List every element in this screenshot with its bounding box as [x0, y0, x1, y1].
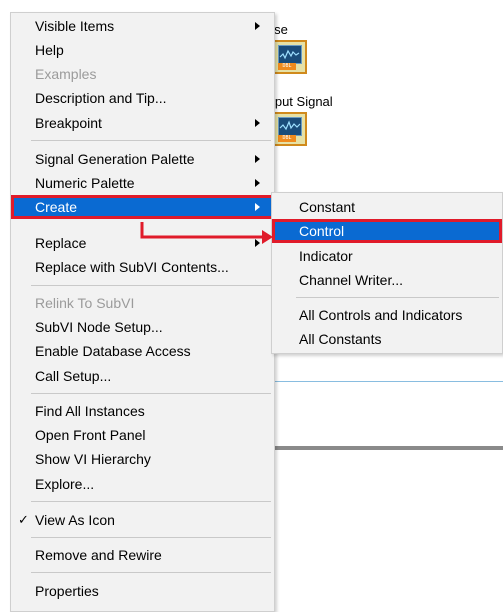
menu-item-show-vi-hierarchy[interactable]: Show VI Hierarchy — [11, 447, 274, 471]
submenu-item-all-constants[interactable]: All Constants — [272, 327, 502, 351]
submenu-arrow-icon — [255, 179, 260, 187]
menu-item-relink-to-subvi: Relink To SubVI — [35, 295, 135, 311]
menu-item-replace-with-subvi-contents[interactable]: Replace with SubVI Contents... — [11, 255, 274, 279]
submenu-arrow-icon — [255, 155, 260, 163]
menu-item-replace[interactable]: Replace — [11, 231, 274, 255]
submenu-arrow-icon — [255, 203, 260, 211]
menu-separator — [31, 572, 271, 573]
menu-item-create[interactable]: Create — [11, 195, 274, 219]
menu-item-signal-generation-palette[interactable]: Signal Generation Palette — [11, 147, 274, 171]
context-menu: Visible Items Help Examples Description … — [10, 12, 275, 612]
menu-item-enable-database-access[interactable]: Enable Database Access — [11, 339, 274, 363]
menu-item-properties[interactable]: Properties — [11, 579, 274, 603]
dbl-tag: DBL — [278, 135, 296, 142]
wire-line — [272, 381, 503, 382]
menu-separator — [31, 285, 271, 286]
menu-item-subvi-node-setup[interactable]: SubVI Node Setup... — [11, 315, 274, 339]
submenu-item-channel-writer[interactable]: Channel Writer... — [272, 268, 502, 292]
menu-separator — [31, 501, 271, 502]
menu-item-find-all-instances[interactable]: Find All Instances — [11, 399, 274, 423]
menu-separator — [31, 393, 271, 394]
wire-line — [272, 446, 503, 450]
menu-item-visible-items[interactable]: Visible Items — [11, 14, 274, 38]
menu-item-breakpoint[interactable]: Breakpoint — [11, 111, 274, 135]
menu-item-numeric-palette[interactable]: Numeric Palette — [11, 171, 274, 195]
waveform-icon — [278, 45, 302, 64]
submenu-item-all-controls-and-indicators[interactable]: All Controls and Indicators — [272, 303, 502, 327]
checkmark-icon: ✓ — [18, 512, 29, 527]
create-submenu: Constant Control Indicator Channel Write… — [271, 192, 503, 354]
dbl-tag: DBL — [278, 63, 296, 70]
menu-item-description-and-tip[interactable]: Description and Tip... — [11, 86, 274, 110]
menu-item-remove-and-rewire[interactable]: Remove and Rewire — [11, 543, 274, 567]
menu-item-explore[interactable]: Explore... — [11, 472, 274, 496]
submenu-item-control[interactable]: Control — [272, 219, 502, 243]
submenu-arrow-icon — [255, 239, 260, 247]
submenu-item-constant[interactable]: Constant — [272, 195, 502, 219]
menu-separator — [31, 140, 271, 141]
submenu-item-indicator[interactable]: Indicator — [272, 244, 502, 268]
menu-item-call-setup[interactable]: Call Setup... — [11, 364, 274, 388]
menu-item-help[interactable]: Help — [11, 38, 274, 62]
menu-item-examples: Examples — [35, 66, 97, 82]
noise-vi-icon[interactable]: DBL — [273, 40, 307, 74]
menu-item-view-as-icon[interactable]: ✓ View As Icon — [11, 508, 274, 532]
menu-separator — [31, 537, 271, 538]
submenu-arrow-icon — [255, 119, 260, 127]
menu-separator — [296, 297, 499, 298]
menu-item-open-front-panel[interactable]: Open Front Panel — [11, 423, 274, 447]
output-signal-vi-icon[interactable]: DBL — [273, 112, 307, 146]
submenu-arrow-icon — [255, 22, 260, 30]
waveform-icon — [278, 117, 302, 136]
